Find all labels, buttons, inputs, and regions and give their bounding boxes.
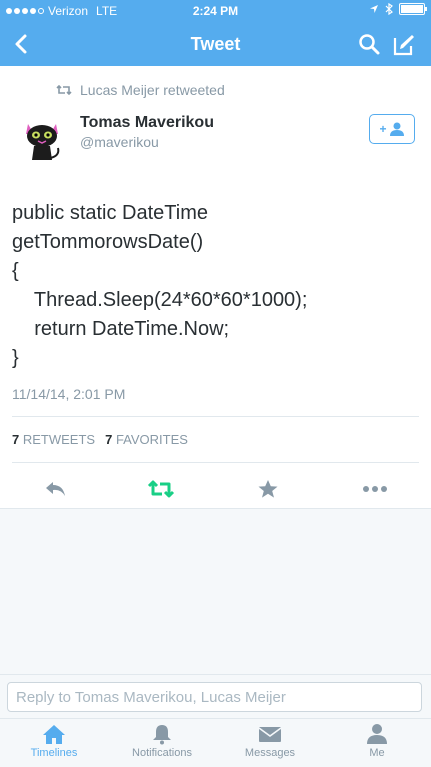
tab-notifications[interactable]: Notifications <box>112 723 212 759</box>
navigation-bar: Tweet <box>0 22 431 66</box>
retweet-icon <box>147 480 175 498</box>
favorites-stat[interactable]: 7 FAVORITES <box>105 432 188 447</box>
tweet-line: } <box>12 347 19 369</box>
author-handle[interactable]: @maverikou <box>80 134 159 150</box>
reply-input[interactable]: Reply to Tomas Maverikou, Lucas Meijer <box>7 682 422 712</box>
bluetooth-icon <box>385 3 393 15</box>
location-icon <box>370 5 378 13</box>
author-name[interactable]: Tomas Maverikou <box>80 114 214 132</box>
retweet-button[interactable] <box>146 478 176 500</box>
bell-icon <box>153 725 171 745</box>
tab-label: Messages <box>244 747 296 759</box>
home-icon <box>43 725 65 744</box>
search-icon[interactable] <box>357 32 381 56</box>
follow-button[interactable]: + <box>369 114 415 144</box>
more-button[interactable] <box>360 478 390 500</box>
tab-timelines[interactable]: Timelines <box>4 723 104 759</box>
follow-plus: + <box>379 122 387 136</box>
status-bar: Verizon LTE 2:24 PM <box>0 0 431 22</box>
status-icons <box>369 3 427 15</box>
compose-icon[interactable] <box>391 32 417 58</box>
retweets-label: RETWEETS <box>22 432 96 447</box>
retweets-stat[interactable]: 7 RETWEETS <box>12 432 95 447</box>
add-user-icon <box>389 122 404 136</box>
favorites-label: FAVORITES <box>115 432 188 447</box>
tweet-timestamp: 11/14/14, 2:01 PM <box>12 386 126 402</box>
retweet-small-icon <box>56 85 72 95</box>
tweet-detail: Lucas Meijer retweeted Tomas Maverikou @… <box>0 66 431 509</box>
tab-messages[interactable]: Messages <box>220 723 320 759</box>
reply-icon <box>46 482 65 496</box>
tweet-line: getTommorowsDate() <box>12 231 204 253</box>
tweet-actions <box>0 478 431 500</box>
tab-label: Notifications <box>132 747 192 759</box>
avatar[interactable] <box>20 120 64 164</box>
reply-bar: Reply to Tomas Maverikou, Lucas Meijer <box>0 674 431 719</box>
retweets-count: 7 <box>12 432 20 447</box>
tweet-text: public static DateTime getTommorowsDate(… <box>12 199 307 373</box>
retweet-context: Lucas Meijer retweeted <box>56 82 225 98</box>
more-dots-icon <box>363 486 387 492</box>
favorites-count: 7 <box>105 432 113 447</box>
retweeted-by-label: Lucas Meijer retweeted <box>80 82 225 98</box>
clock: 2:24 PM <box>192 4 239 18</box>
tweet-line: return DateTime.Now; <box>12 318 230 340</box>
battery-icon <box>399 3 427 15</box>
tab-label: Me <box>369 747 385 759</box>
reply-button[interactable] <box>40 478 70 500</box>
divider <box>12 416 419 417</box>
tab-me[interactable]: Me <box>327 723 427 759</box>
tab-label: Timelines <box>30 747 78 759</box>
tweet-line: { <box>12 260 19 282</box>
tweet-stats: 7 RETWEETS 7 FAVORITES <box>12 432 188 447</box>
envelope-icon <box>258 727 282 742</box>
star-icon <box>258 480 278 498</box>
tweet-line: public static DateTime <box>12 202 208 224</box>
favorite-button[interactable] <box>253 478 283 500</box>
person-icon <box>367 724 387 744</box>
tab-bar: Timelines Notifications Messages Me <box>0 718 431 767</box>
tweet-line: Thread.Sleep(24*60*60*1000); <box>12 289 308 311</box>
divider <box>12 462 419 463</box>
